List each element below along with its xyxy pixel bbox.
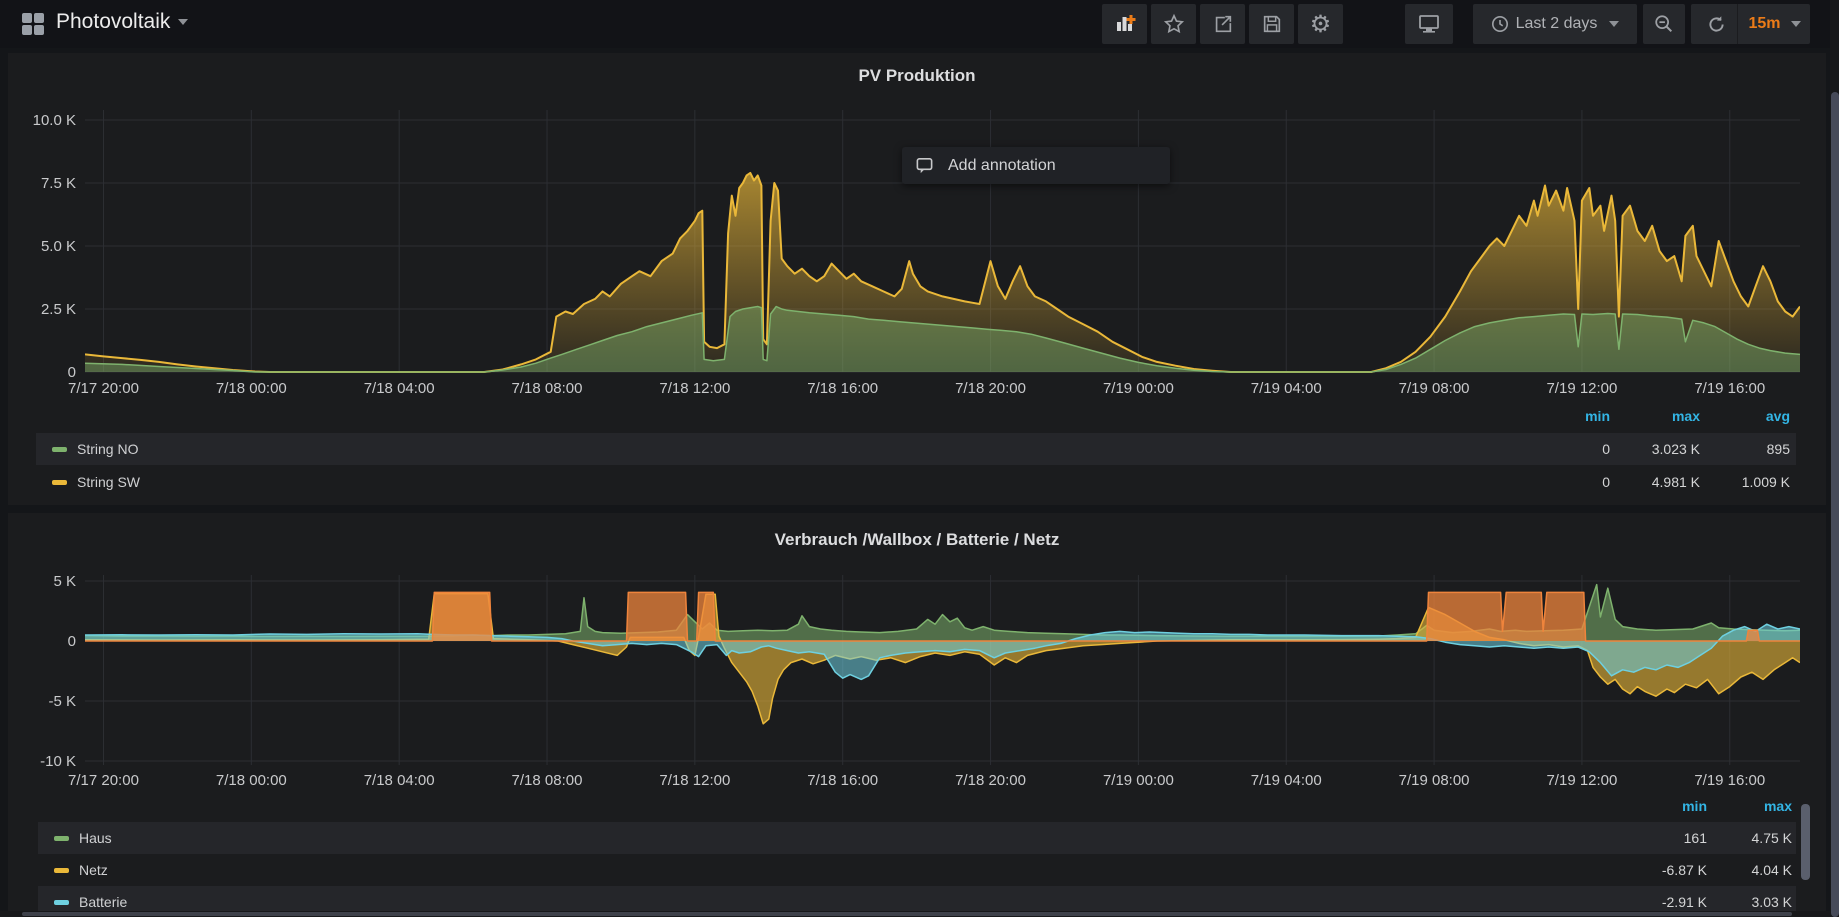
dashboard-title-dropdown[interactable]: Photovoltaik: [56, 10, 188, 34]
legend-row-string-sw[interactable]: String SW 0 4.981 K 1.009 K: [36, 466, 1796, 498]
x-axis-tick-label: 7/19 08:00: [1399, 772, 1470, 789]
x-axis-tick-label: 7/18 16:00: [807, 772, 878, 789]
time-range-picker[interactable]: Last 2 days: [1473, 4, 1637, 44]
horizontal-scrollbar[interactable]: [0, 911, 1830, 917]
y-axis-tick-label: 0: [68, 633, 76, 650]
divider: [1737, 4, 1738, 44]
dashboard-title: Photovoltaik: [56, 10, 170, 33]
legend-row-netz[interactable]: Netz -6.87 K 4.04 K: [38, 854, 1796, 886]
series-group: [85, 173, 1800, 372]
y-axis-tick-label: 0: [68, 364, 76, 381]
x-axis-tick-label: 7/19 04:00: [1251, 380, 1322, 397]
x-axis-tick-label: 7/17 20:00: [68, 772, 139, 789]
legend-label[interactable]: Haus: [79, 830, 112, 846]
vertical-scrollbar-thumb[interactable]: [1831, 92, 1839, 917]
pv-produktion-chart-canvas[interactable]: 10.0 K 7.5 K 5.0 K 2.5 K 07/17 20:00 7/18 00:…: [0, 55, 1830, 460]
y-axis-tick-label: 10.0 K: [33, 112, 76, 129]
save-dashboard-button[interactable]: [1249, 4, 1294, 44]
series-color-swatch[interactable]: [54, 868, 69, 873]
series-color-swatch[interactable]: [52, 480, 67, 485]
chevron-down-icon: [1609, 21, 1619, 27]
horizontal-scrollbar-thumb[interactable]: [22, 912, 1792, 916]
time-range-label: Last 2 days: [1516, 15, 1598, 33]
x-axis-tick-label: 7/19 16:00: [1694, 380, 1765, 397]
add-panel-button[interactable]: [1102, 4, 1147, 44]
chevron-down-icon: [178, 19, 188, 25]
x-axis-tick-label: 7/19 12:00: [1546, 772, 1617, 789]
x-axis-tick-label: 7/19 12:00: [1546, 380, 1617, 397]
refresh-interval-label: 15m: [1748, 15, 1780, 33]
x-axis-tick-label: 7/19 00:00: [1103, 380, 1174, 397]
monitor-icon: [1417, 13, 1441, 35]
x-axis-tick-label: 7/19 08:00: [1399, 380, 1470, 397]
series-color-swatch[interactable]: [52, 447, 67, 452]
legend-label[interactable]: String SW: [77, 474, 140, 490]
series-group: [85, 585, 1800, 724]
x-axis-tick-label: 7/17 20:00: [68, 380, 139, 397]
legend-col-avg[interactable]: avg: [1620, 408, 1790, 424]
comment-bubble-icon: [915, 156, 934, 175]
verbrauch-chart-canvas[interactable]: 5 K 0 -5 K -10 K 7/17 20:00 7/18 00:00 7/18 04…: [0, 515, 1830, 800]
legend-label[interactable]: Batterie: [79, 894, 127, 910]
tv-mode-button[interactable]: [1405, 4, 1453, 44]
legend-header: min max avg: [0, 408, 1830, 428]
x-axis-tick-label: 7/18 12:00: [659, 772, 730, 789]
legend-label[interactable]: String NO: [77, 441, 138, 457]
legend-max-value: 4.75 K: [1622, 830, 1792, 846]
zoom-out-icon: [1653, 13, 1675, 35]
legend-max-value: 3.03 K: [1622, 894, 1792, 910]
legend-max-value: 4.04 K: [1622, 862, 1792, 878]
add-annotation-label: Add annotation: [948, 157, 1056, 175]
y-axis-tick-label: 2.5 K: [41, 301, 76, 318]
y-axis-tick-label: -5 K: [48, 693, 76, 710]
x-axis-tick-label: 7/18 00:00: [216, 380, 287, 397]
legend-row-string-no[interactable]: String NO 0 3.023 K 895: [36, 433, 1796, 465]
star-dashboard-button[interactable]: [1151, 4, 1196, 44]
chevron-down-icon: [1791, 21, 1801, 27]
gear-icon: ⚙: [1310, 10, 1332, 39]
star-icon: [1163, 13, 1185, 35]
dashboard-settings-button[interactable]: ⚙: [1298, 4, 1343, 44]
save-icon: [1261, 13, 1283, 35]
navbar: Photovoltaik: [0, 0, 1839, 48]
x-axis-tick-label: 7/18 16:00: [807, 380, 878, 397]
x-axis-tick-label: 7/18 08:00: [512, 772, 583, 789]
y-axis-tick-label: -10 K: [40, 753, 76, 770]
clock-icon: [1491, 15, 1509, 33]
legend-avg-value: 895: [1620, 441, 1790, 457]
legend-header: min max: [0, 798, 1830, 818]
x-axis-tick-label: 7/18 12:00: [659, 380, 730, 397]
x-axis-tick-label: 7/18 20:00: [955, 772, 1026, 789]
share-dashboard-button[interactable]: [1200, 4, 1245, 44]
legend-col-max[interactable]: max: [1622, 798, 1792, 814]
legend-row-haus[interactable]: Haus 161 4.75 K: [38, 822, 1796, 854]
dashboards-grid-icon[interactable]: [22, 13, 44, 35]
grafana-dashboard: Photovoltaik: [0, 0, 1839, 917]
x-axis-tick-label: 7/18 04:00: [364, 380, 435, 397]
series-color-swatch[interactable]: [54, 900, 69, 905]
add-panel-icon: [1113, 12, 1137, 36]
x-axis-tick-label: 7/18 08:00: [512, 380, 583, 397]
x-axis-tick-label: 7/18 20:00: [955, 380, 1026, 397]
y-axis-tick-label: 7.5 K: [41, 175, 76, 192]
add-annotation-menu-item[interactable]: Add annotation: [902, 147, 1170, 184]
y-axis-tick-label: 5 K: [53, 573, 76, 590]
share-icon: [1212, 13, 1234, 35]
refresh-icon: [1706, 14, 1727, 35]
x-axis-tick-label: 7/19 16:00: [1694, 772, 1765, 789]
zoom-out-button[interactable]: [1643, 4, 1685, 44]
legend-avg-value: 1.009 K: [1620, 474, 1790, 490]
x-axis-tick-label: 7/18 00:00: [216, 772, 287, 789]
series-color-swatch[interactable]: [54, 836, 69, 841]
vertical-scrollbar[interactable]: [1830, 0, 1839, 917]
x-axis-tick-label: 7/19 04:00: [1251, 772, 1322, 789]
x-axis-tick-label: 7/19 00:00: [1103, 772, 1174, 789]
legend-scrollbar-thumb[interactable]: [1801, 804, 1810, 880]
x-axis-tick-label: 7/18 04:00: [364, 772, 435, 789]
y-axis-tick-label: 5.0 K: [41, 238, 76, 255]
refresh-picker[interactable]: 15m: [1691, 4, 1810, 44]
legend-label[interactable]: Netz: [79, 862, 108, 878]
